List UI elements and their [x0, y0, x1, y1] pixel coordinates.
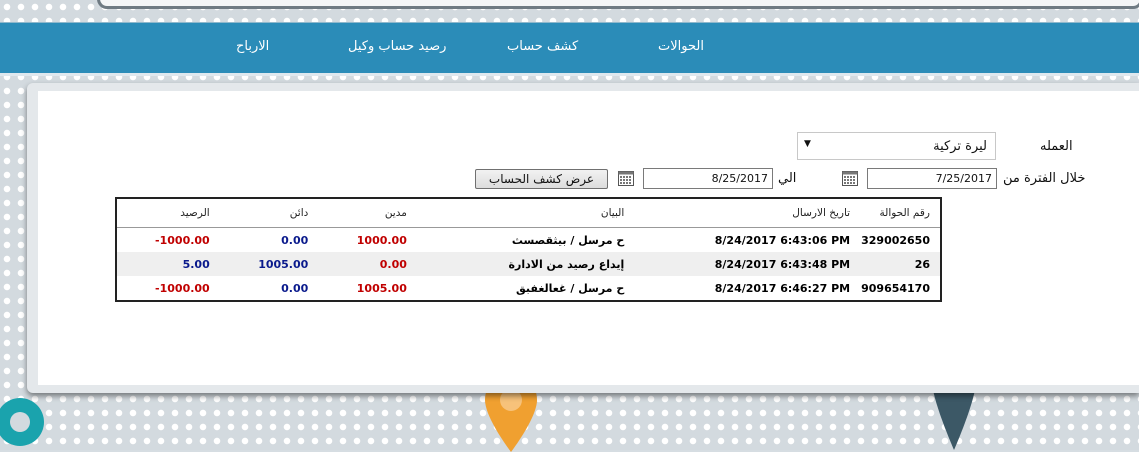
header-description: البيان	[416, 198, 635, 228]
date-to-label: الي	[778, 171, 797, 186]
cell-debit: 0.00	[318, 252, 417, 276]
header-number: رقم الحوالة	[860, 198, 941, 228]
nav-item-transfers[interactable]: الحوالات	[658, 39, 704, 54]
header-credit: دائن	[219, 198, 319, 228]
cell-balance: -1000.00	[155, 233, 210, 247]
cell-sent-date: 8/24/2017 6:43:48 PM	[634, 252, 861, 276]
currency-select-value: ليرة تركية	[933, 139, 987, 154]
table-row[interactable]: -1000.00 0.00 1005.00 ح مرسل / غعالغفبق …	[116, 276, 941, 301]
calendar-icon[interactable]	[618, 171, 634, 186]
cell-credit: 1005.00	[219, 252, 319, 276]
main-navbar: الحوالات كشف حساب رصيد حساب وكيل الارباح	[0, 22, 1139, 76]
nav-item-profits[interactable]: الارباح	[236, 39, 269, 54]
cell-credit: 0.00	[281, 233, 309, 247]
cell-debit: 1005.00	[356, 281, 407, 295]
cell-number: 26	[860, 252, 941, 276]
cell-number: 329002650	[861, 233, 930, 247]
table-row[interactable]: 5.00 1005.00 0.00 إيداع رصيد من الادارة …	[116, 252, 941, 276]
date-to-input[interactable]	[643, 168, 773, 189]
header-debit: مدين	[318, 198, 417, 228]
cell-sent-date: 8/24/2017 6:43:06 PM	[714, 233, 851, 247]
calendar-icon[interactable]	[842, 171, 858, 186]
period-from-label: خلال الفترة من	[1003, 171, 1086, 186]
cell-credit: 0.00	[281, 281, 309, 295]
date-from-input[interactable]	[867, 168, 997, 189]
cell-description: إيداع رصيد من الادارة	[416, 252, 635, 276]
cell-description: ح مرسل / غعالغفبق	[516, 281, 625, 295]
dropdown-arrow-icon: ▼	[804, 139, 811, 149]
top-frame	[97, 0, 1139, 9]
cell-sent-date: 8/24/2017 6:46:27 PM	[714, 281, 851, 295]
header-balance: الرصيد	[116, 198, 220, 228]
show-statement-button[interactable]: عرض كشف الحساب	[475, 169, 608, 189]
nav-item-agent-balance[interactable]: رصيد حساب وكيل	[348, 39, 446, 54]
cell-number: 909654170	[861, 281, 930, 295]
cell-description: ح مرسل / بيثقصسث	[511, 233, 625, 247]
cell-balance: 5.00	[116, 252, 220, 276]
nav-item-statement[interactable]: كشف حساب	[507, 39, 578, 54]
statement-table: الرصيد دائن مدين البيان تاريخ الارسال رق…	[115, 197, 942, 302]
header-sent-date: تاريخ الارسال	[634, 198, 861, 228]
cell-balance: -1000.00	[155, 281, 210, 295]
table-row[interactable]: -1000.00 0.00 1000.00 ح مرسل / بيثقصسث 8…	[116, 228, 941, 253]
cell-debit: 1000.00	[356, 233, 407, 247]
table-header-row: الرصيد دائن مدين البيان تاريخ الارسال رق…	[116, 198, 941, 228]
currency-select[interactable]: ليرة تركية ▼	[797, 132, 996, 160]
currency-label: العمله	[1040, 139, 1073, 154]
